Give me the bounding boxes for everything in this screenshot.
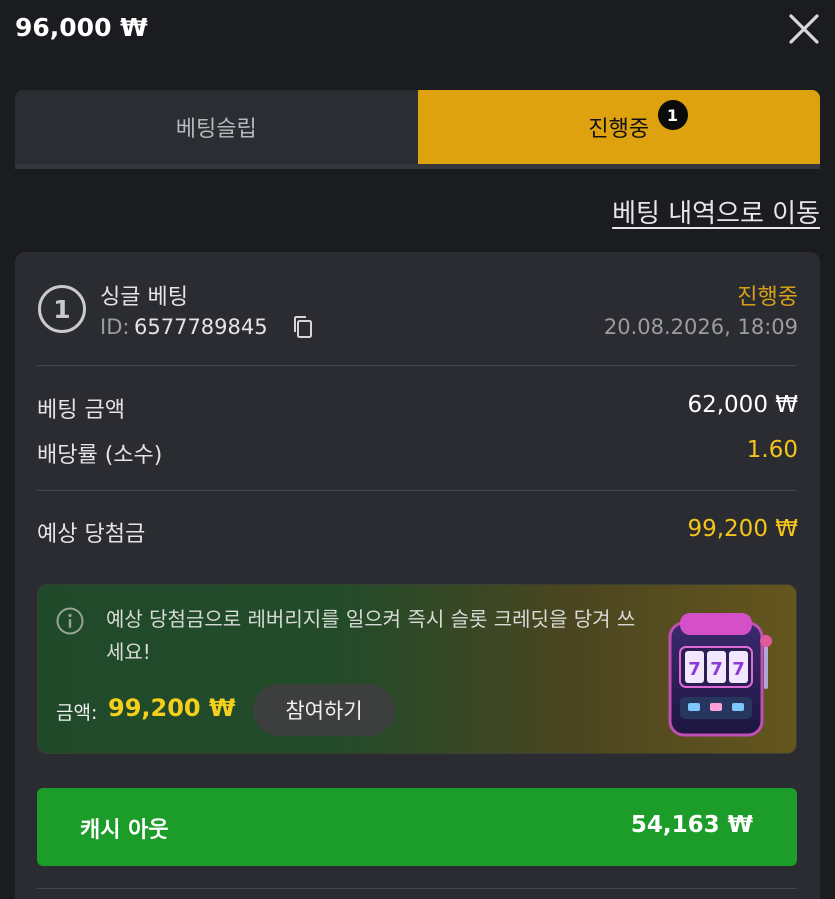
svg-text:7: 7 — [732, 659, 745, 680]
bet-number-icon: 1 — [38, 285, 86, 333]
divider — [37, 888, 797, 889]
bet-number: 1 — [53, 295, 70, 324]
promo-text: 예상 당첨금으로 레버리지를 일으켜 즉시 슬롯 크레딧을 당겨 쓰세요! — [106, 607, 636, 664]
bet-datetime: 20.08.2026, 18:09 — [603, 315, 798, 339]
tab-bar: 베팅슬립 진행중 1 — [15, 90, 820, 164]
bet-card: 1 싱글 베팅 ID: 6577789845 진행중 20.08.2026, 1… — [15, 252, 820, 899]
stake-value: 62,000 ₩ — [687, 392, 798, 418]
top-bar: 96,000 ₩ — [0, 0, 835, 60]
close-icon[interactable] — [787, 12, 821, 46]
divider — [37, 365, 797, 366]
copy-icon[interactable] — [292, 315, 314, 339]
potential-win-label: 예상 당첨금 — [37, 522, 146, 547]
divider — [37, 490, 797, 491]
balance: 96,000 ₩ — [15, 13, 148, 42]
info-icon — [56, 607, 84, 635]
slot-credit-promo: 예상 당첨금으로 레버리지를 일으켜 즉시 슬롯 크레딧을 당겨 쓰세요! 금액… — [37, 584, 797, 754]
tab-in-progress-label: 진행중 — [588, 117, 650, 142]
bet-id-label: ID: — [100, 315, 130, 339]
odds-value: 1.60 — [746, 437, 798, 463]
join-button[interactable]: 참여하기 — [253, 684, 395, 736]
bet-id-value: 6577789845 — [134, 315, 268, 339]
slot-machine-icon: 7 7 7 — [668, 613, 772, 737]
cashout-label: 캐시 아웃 — [80, 818, 169, 843]
cashout-button[interactable]: 캐시 아웃 54,163 ₩ — [37, 788, 797, 866]
bet-status: 진행중 — [737, 285, 798, 310]
tab-betslip[interactable]: 베팅슬립 — [15, 90, 418, 164]
tab-underline — [15, 164, 820, 169]
potential-win-value: 99,200 ₩ — [687, 516, 798, 542]
close-button[interactable] — [787, 12, 821, 46]
bet-type: 싱글 베팅 — [100, 285, 188, 310]
odds-label: 배당률 (소수) — [37, 443, 163, 468]
bet-history-link[interactable]: 베팅 내역으로 이동 — [612, 193, 820, 230]
stake-label: 베팅 금액 — [37, 398, 125, 423]
tab-betslip-label: 베팅슬립 — [175, 117, 257, 142]
promo-amount-value: 99,200 ₩ — [108, 694, 236, 722]
svg-text:7: 7 — [688, 659, 701, 680]
tab-in-progress[interactable]: 진행중 1 — [417, 90, 820, 164]
promo-amount-label: 금액: — [56, 702, 98, 724]
cashout-value: 54,163 ₩ — [630, 812, 753, 838]
svg-text:7: 7 — [710, 659, 723, 680]
count-badge: 1 — [657, 100, 688, 130]
